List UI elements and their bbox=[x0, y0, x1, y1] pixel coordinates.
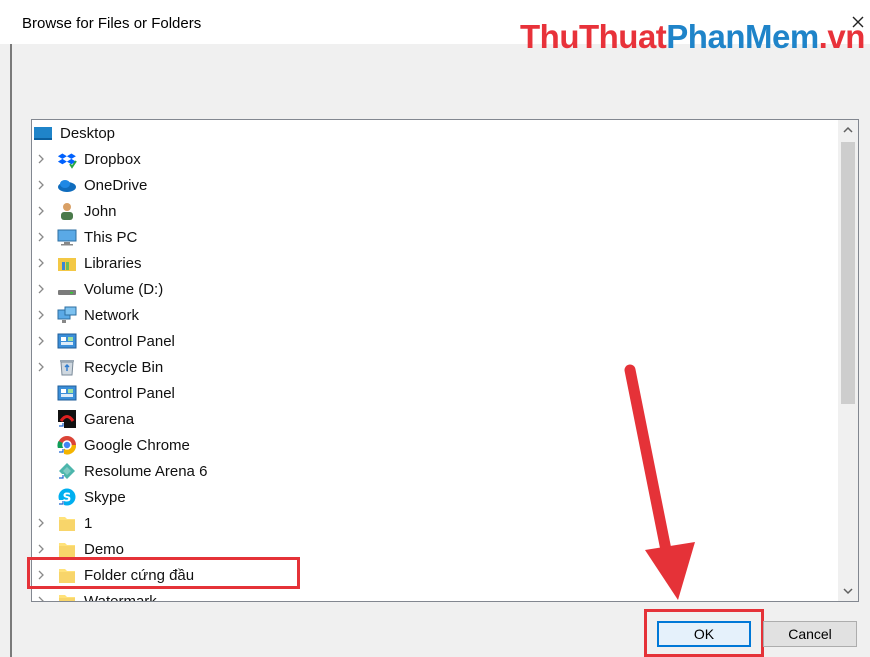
tree-item-label: Volume (D:) bbox=[84, 281, 164, 298]
vertical-scrollbar[interactable] bbox=[838, 120, 858, 601]
chevron-right-icon[interactable] bbox=[34, 256, 48, 270]
tree-item-label: Libraries bbox=[84, 255, 142, 272]
recycle-bin-icon bbox=[60, 360, 74, 376]
folder-tree[interactable]: Desktop Dropbox OneDrive John This PC Librar… bbox=[31, 119, 859, 602]
onedrive-icon bbox=[58, 180, 76, 192]
tree-item[interactable]: Volume (D:) bbox=[32, 276, 838, 302]
resolume-icon bbox=[58, 463, 75, 480]
chevron-right-icon[interactable] bbox=[34, 178, 48, 192]
watermark-logo: ThuThuatPhanMem.vn bbox=[520, 18, 865, 56]
scroll-up-icon[interactable] bbox=[838, 120, 858, 140]
chevron-right-icon[interactable] bbox=[34, 204, 48, 218]
folder-icon bbox=[59, 595, 75, 601]
scrollbar-thumb[interactable] bbox=[841, 142, 855, 404]
tree-item-label: This PC bbox=[84, 229, 138, 246]
folder-icon bbox=[59, 543, 75, 557]
chevron-right-icon[interactable] bbox=[34, 594, 48, 602]
cancel-button[interactable]: Cancel bbox=[763, 621, 857, 647]
dropbox-icon bbox=[57, 153, 77, 169]
tree-item[interactable]: John bbox=[32, 198, 838, 224]
chevron-right-icon[interactable] bbox=[34, 516, 48, 530]
network-icon bbox=[57, 306, 77, 323]
dialog-title: Browse for Files or Folders bbox=[22, 15, 202, 32]
tree-item-label: Dropbox bbox=[84, 151, 141, 168]
tree-item-desktop[interactable]: Desktop bbox=[32, 120, 838, 146]
tree-item-label: Garena bbox=[84, 411, 135, 428]
tree-item-label: Google Chrome bbox=[84, 437, 190, 454]
selection-annotation-box bbox=[27, 557, 300, 589]
tree-item[interactable]: This PC bbox=[32, 224, 838, 250]
watermark-part1: ThuThuat bbox=[520, 18, 667, 55]
chrome-icon bbox=[57, 436, 77, 455]
chevron-right-icon[interactable] bbox=[34, 282, 48, 296]
folder-icon bbox=[59, 517, 75, 531]
skype-icon: S bbox=[58, 488, 76, 506]
window-edge bbox=[10, 44, 12, 657]
tree-item-label: Control Panel bbox=[84, 385, 175, 402]
tree-item-label: Recycle Bin bbox=[84, 359, 164, 376]
browse-dialog: Browse for Files or Folders ThuThuatPhan… bbox=[0, 0, 870, 657]
tree-item[interactable]: Control Panel bbox=[32, 328, 838, 354]
tree-item[interactable]: Network bbox=[32, 302, 838, 328]
tree-item-label: 1 bbox=[84, 515, 93, 532]
ok-button[interactable]: OK bbox=[657, 621, 751, 647]
tree-item-label: Watermark bbox=[84, 593, 157, 602]
chevron-right-icon[interactable] bbox=[34, 360, 48, 374]
watermark-part2: PhanMem bbox=[666, 18, 819, 55]
control-panel-icon bbox=[57, 333, 77, 349]
tree-item-label: Resolume Arena 6 bbox=[84, 463, 208, 480]
tree-item-label: OneDrive bbox=[84, 177, 148, 194]
tree-item-label: John bbox=[84, 203, 117, 220]
computer-icon bbox=[57, 229, 77, 246]
desktop-icon bbox=[34, 127, 52, 140]
tree-item[interactable]: Libraries bbox=[32, 250, 838, 276]
user-icon bbox=[61, 203, 73, 220]
drive-icon bbox=[58, 290, 76, 295]
chevron-right-icon[interactable] bbox=[34, 230, 48, 244]
libraries-icon bbox=[58, 258, 76, 271]
watermark-part3: .vn bbox=[818, 18, 866, 55]
tree-item[interactable]: Dropbox bbox=[32, 146, 838, 172]
chevron-right-icon[interactable] bbox=[34, 308, 48, 322]
scroll-down-icon[interactable] bbox=[838, 581, 858, 601]
control-panel-icon bbox=[57, 385, 77, 401]
tree-item[interactable]: OneDrive bbox=[32, 172, 838, 198]
tree-item-label: Skype bbox=[84, 489, 126, 506]
tree-item-label: Control Panel bbox=[84, 333, 175, 350]
chevron-right-icon[interactable] bbox=[34, 152, 48, 166]
tree-item-label: Desktop bbox=[60, 125, 116, 142]
annotation-arrow-icon bbox=[624, 364, 695, 600]
tree-item-label: Demo bbox=[84, 541, 125, 558]
chevron-right-icon[interactable] bbox=[34, 334, 48, 348]
chevron-right-icon[interactable] bbox=[34, 542, 48, 556]
garena-icon bbox=[58, 410, 76, 428]
tree-item-label: Network bbox=[84, 307, 140, 324]
